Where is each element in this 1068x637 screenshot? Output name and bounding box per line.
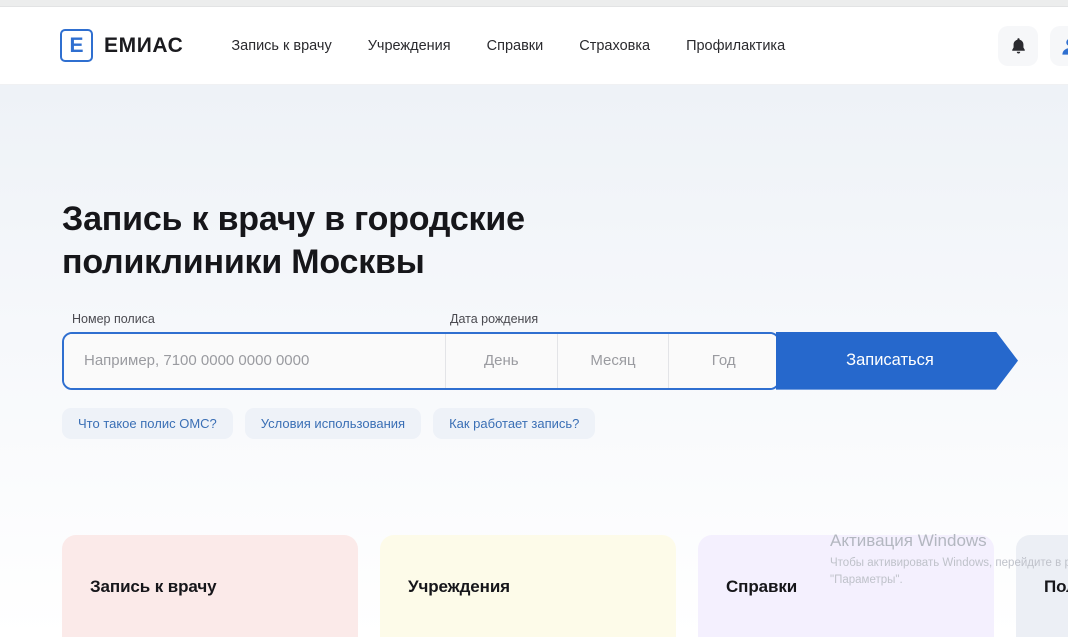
quick-links: Что такое полис ОМС? Условия использован…	[62, 407, 1068, 439]
nav-item-institutions[interactable]: Учреждения	[368, 32, 451, 60]
header-actions	[998, 25, 1068, 66]
booking-form: Записаться	[62, 331, 1022, 390]
submit-appointment-button[interactable]: Записаться	[776, 332, 1018, 390]
birth-month-input[interactable]	[557, 352, 669, 370]
service-card-policies[interactable]: Полисы	[1016, 534, 1068, 637]
birth-year-input[interactable]	[669, 352, 778, 370]
nav-item-prevention[interactable]: Профилактика	[686, 32, 785, 60]
user-avatar-icon	[1062, 38, 1068, 55]
birth-month-field[interactable]	[556, 333, 669, 388]
chip-terms-of-use[interactable]: Условия использования	[244, 407, 422, 439]
policy-number-input[interactable]	[84, 352, 425, 370]
chip-how-booking-works[interactable]: Как работает запись?	[433, 407, 596, 439]
service-card-institutions[interactable]: Учреждения	[380, 534, 676, 637]
birth-day-field[interactable]	[444, 333, 557, 388]
browser-chrome-strip	[0, 0, 1068, 7]
nav-item-appointment[interactable]: Запись к врачу	[231, 32, 331, 60]
service-card-title: Запись к врачу	[90, 576, 217, 596]
birth-year-field[interactable]	[668, 333, 778, 388]
brand-mark-letter: Е	[69, 34, 84, 57]
hero-section: Запись к врачу в городские поликлиники М…	[0, 85, 1068, 637]
user-account-button[interactable]	[1050, 25, 1068, 66]
birth-date-label: Дата рождения	[450, 311, 539, 326]
policy-number-field[interactable]	[64, 333, 445, 388]
service-card-appointment[interactable]: Запись к врачу	[62, 534, 358, 637]
booking-fields	[62, 331, 780, 390]
page-title: Запись к врачу в городские поликлиники М…	[62, 200, 525, 281]
notifications-button[interactable]	[998, 25, 1038, 66]
chip-what-is-oms[interactable]: Что такое полис ОМС?	[62, 407, 233, 439]
brand-name: ЕМИАС	[104, 33, 184, 57]
service-card-title: Полисы	[1044, 576, 1068, 596]
bell-icon	[1011, 37, 1025, 53]
brand-logo[interactable]: Е ЕМИАС	[60, 29, 183, 62]
service-card-title: Учреждения	[408, 576, 510, 596]
policy-number-label: Номер полиса	[72, 311, 155, 326]
emias-logo-icon: Е	[60, 29, 93, 62]
nav-item-insurance[interactable]: Страховка	[579, 32, 650, 60]
main-nav: Запись к врачу Учреждения Справки Страхо…	[231, 32, 785, 60]
nav-item-certificates[interactable]: Справки	[487, 32, 544, 60]
service-cards: Запись к врачу Учреждения Справки Полисы	[0, 534, 1068, 637]
birth-day-input[interactable]	[445, 352, 557, 370]
service-card-title: Справки	[726, 576, 798, 596]
form-labels: Номер полиса Дата рождения	[62, 312, 1068, 326]
service-card-certificates[interactable]: Справки	[698, 534, 994, 637]
site-header: Е ЕМИАС Запись к врачу Учреждения Справк…	[0, 7, 1068, 85]
